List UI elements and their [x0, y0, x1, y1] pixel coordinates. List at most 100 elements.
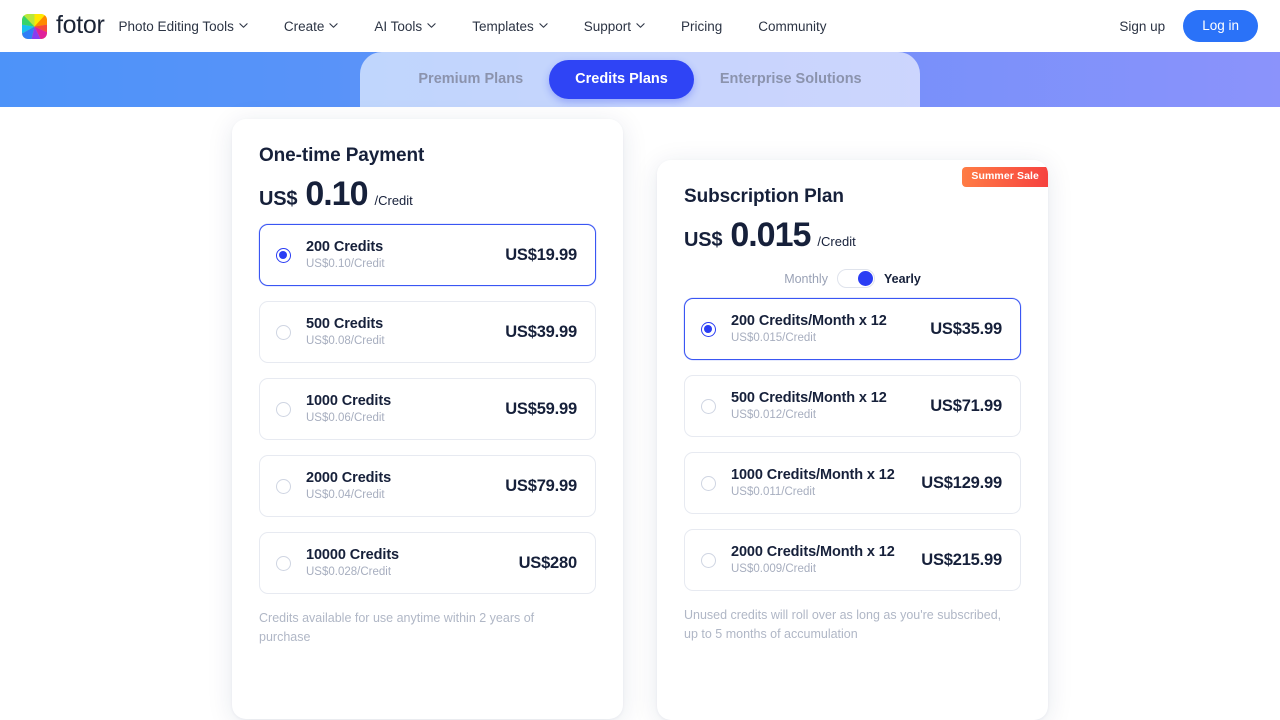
summer-sale-badge: Summer Sale — [962, 167, 1048, 187]
price-unit: /Credit — [817, 234, 856, 249]
option-row[interactable]: 2000 Credits/Month x 12 US$0.009/Credit … — [684, 529, 1021, 591]
nav-links: Photo Editing Tools Create AI Tools Temp… — [119, 13, 827, 40]
one-time-options-list: 200 Credits US$0.10/Credit US$19.99 500 … — [259, 224, 596, 594]
option-row[interactable]: 200 Credits/Month x 12 US$0.015/Credit U… — [684, 298, 1021, 360]
option-price: US$39.99 — [505, 322, 577, 341]
option-texts: 200 Credits/Month x 12 US$0.015/Credit — [731, 313, 887, 345]
card-title: Subscription Plan — [684, 186, 844, 207]
top-navbar: fotor Photo Editing Tools Create AI Tool… — [0, 0, 1280, 52]
option-rate: US$0.011/Credit — [731, 485, 816, 498]
option-price: US$35.99 — [930, 319, 1002, 338]
option-name: 1000 Credits/Month x 12 — [731, 467, 895, 484]
nav-item-community[interactable]: Community — [758, 13, 826, 40]
price-display: US$ 0.10 /Credit — [259, 175, 596, 214]
subscription-plan-card: Summer Sale Subscription Plan US$ 0.015 … — [657, 160, 1048, 720]
radio-icon[interactable] — [276, 478, 291, 494]
nav-item-create[interactable]: Create — [284, 13, 339, 40]
price-unit: /Credit — [374, 193, 413, 208]
option-rate: US$0.06/Credit — [306, 411, 385, 424]
radio-icon[interactable] — [276, 401, 291, 417]
chevron-down-icon — [427, 21, 436, 30]
radio-icon[interactable] — [701, 321, 716, 337]
option-price: US$71.99 — [930, 396, 1002, 415]
option-row[interactable]: 500 Credits/Month x 12 US$0.012/Credit U… — [684, 375, 1021, 437]
option-rate: US$0.04/Credit — [306, 488, 385, 501]
option-rate: US$0.012/Credit — [731, 408, 817, 421]
option-name: 10000 Credits — [306, 547, 400, 564]
option-texts: 1000 Credits/Month x 12 US$0.011/Credit — [731, 467, 895, 499]
plan-tabs: Premium Plans Credits Plans Enterprise S… — [360, 52, 920, 107]
option-rate: US$0.08/Credit — [306, 334, 385, 347]
toggle-label-monthly[interactable]: Monthly — [784, 272, 828, 286]
one-time-payment-card: One-time Payment US$ 0.10 /Credit 200 Cr… — [232, 119, 623, 719]
nav-item-ai-tools[interactable]: AI Tools — [374, 13, 436, 40]
chevron-down-icon — [329, 21, 339, 30]
price-amount: 0.015 — [730, 216, 811, 254]
option-rate: US$0.028/Credit — [306, 565, 392, 578]
option-name: 500 Credits — [306, 316, 384, 333]
one-time-footnote: Credits available for use anytime within… — [259, 611, 535, 645]
option-rate: US$0.10/Credit — [306, 257, 385, 270]
option-texts: 2000 Credits US$0.04/Credit — [306, 470, 391, 502]
option-texts: 500 Credits/Month x 12 US$0.012/Credit — [731, 390, 887, 422]
option-texts: 500 Credits US$0.08/Credit — [306, 316, 385, 348]
tab-credits-plans[interactable]: Credits Plans — [549, 59, 694, 100]
option-price: US$129.99 — [921, 473, 1002, 492]
nav-item-templates[interactable]: Templates — [472, 13, 548, 40]
billing-cycle-toggle: Monthly Yearly — [684, 269, 1021, 288]
option-row[interactable]: 500 Credits US$0.08/Credit US$39.99 — [259, 301, 596, 363]
nav-item-label: Photo Editing Tools — [118, 18, 234, 34]
subscription-options-list: 200 Credits/Month x 12 US$0.015/Credit U… — [684, 298, 1021, 591]
nav-item-support[interactable]: Support — [584, 13, 645, 40]
color-wheel-logo-icon — [22, 13, 47, 39]
nav-item-label: Support — [583, 18, 632, 34]
option-name: 2000 Credits/Month x 12 — [731, 544, 895, 561]
radio-icon[interactable] — [701, 398, 716, 414]
tab-premium-plans[interactable]: Premium Plans — [392, 60, 549, 99]
option-row[interactable]: 200 Credits US$0.10/Credit US$19.99 — [259, 224, 596, 286]
option-row[interactable]: 1000 Credits/Month x 12 US$0.011/Credit … — [684, 452, 1021, 514]
chevron-down-icon — [539, 21, 548, 30]
price-currency: US$ — [684, 229, 723, 251]
radio-icon[interactable] — [276, 247, 291, 263]
nav-item-label: Community — [758, 18, 827, 34]
radio-icon[interactable] — [701, 475, 716, 491]
billing-switch[interactable] — [836, 269, 875, 288]
chevron-down-icon — [636, 21, 645, 30]
option-row[interactable]: 2000 Credits US$0.04/Credit US$79.99 — [259, 455, 596, 517]
option-row[interactable]: 10000 Credits US$0.028/Credit US$280 — [259, 532, 596, 594]
option-price: US$215.99 — [921, 550, 1002, 569]
price-display: US$ 0.015 /Credit — [684, 216, 1021, 255]
option-name: 2000 Credits — [306, 470, 392, 487]
nav-item-label: Pricing — [681, 18, 723, 34]
nav-item-label: Templates — [472, 18, 534, 34]
nav-item-pricing[interactable]: Pricing — [681, 13, 722, 40]
option-texts: 200 Credits US$0.10/Credit — [306, 239, 385, 271]
switch-knob — [857, 271, 873, 286]
nav-actions: Sign up Log in — [1119, 9, 1258, 43]
option-row[interactable]: 1000 Credits US$0.06/Credit US$59.99 — [259, 378, 596, 440]
toggle-label-yearly[interactable]: Yearly — [884, 272, 921, 286]
option-texts: 2000 Credits/Month x 12 US$0.009/Credit — [731, 544, 895, 576]
brand-name: fotor — [56, 10, 105, 39]
plans-stage: One-time Payment US$ 0.10 /Credit 200 Cr… — [0, 107, 1280, 720]
brand-logo[interactable]: fotor — [22, 10, 105, 40]
tab-enterprise-solutions[interactable]: Enterprise Solutions — [694, 60, 888, 99]
option-name: 200 Credits — [306, 239, 384, 256]
subscription-footnote: Unused credits will roll over as long as… — [684, 608, 1002, 642]
price-currency: US$ — [259, 188, 298, 210]
option-rate: US$0.009/Credit — [731, 562, 817, 575]
nav-item-photo-editing-tools[interactable]: Photo Editing Tools — [119, 13, 248, 40]
option-name: 1000 Credits — [306, 393, 392, 410]
log-in-button[interactable]: Log in — [1183, 9, 1258, 43]
radio-icon[interactable] — [701, 552, 716, 568]
option-price: US$280 — [518, 553, 578, 572]
radio-icon[interactable] — [276, 324, 291, 340]
card-title: One-time Payment — [259, 145, 425, 166]
option-texts: 1000 Credits US$0.06/Credit — [306, 393, 391, 425]
sign-up-link[interactable]: Sign up — [1119, 19, 1165, 34]
plan-type-banner: Premium Plans Credits Plans Enterprise S… — [0, 52, 1280, 107]
option-rate: US$0.015/Credit — [731, 331, 817, 344]
option-name: 200 Credits/Month x 12 — [731, 313, 887, 330]
radio-icon[interactable] — [276, 555, 291, 571]
